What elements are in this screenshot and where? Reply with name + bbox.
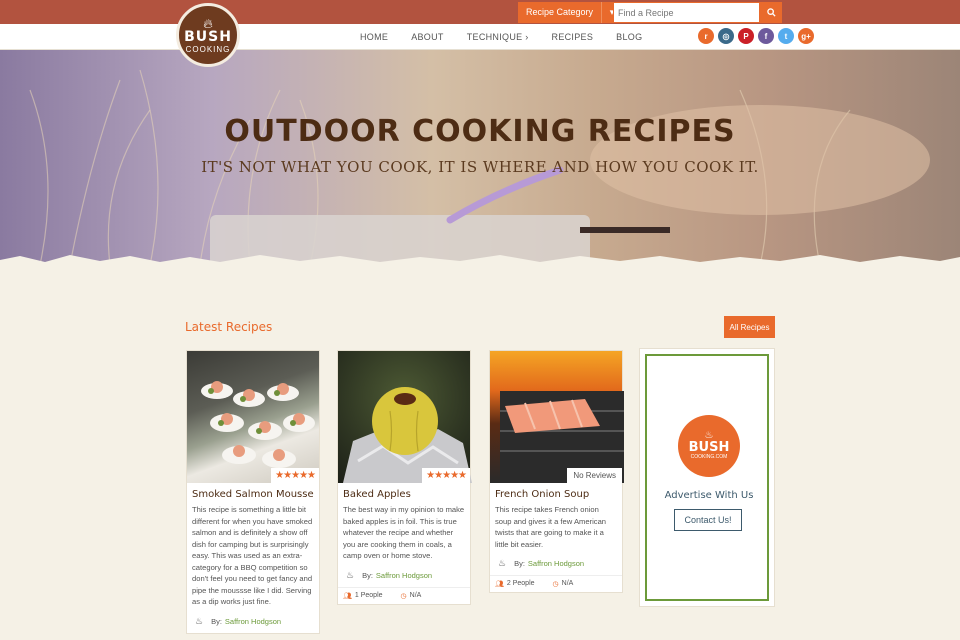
facebook-icon[interactable]: f [758,28,774,44]
recipe-card[interactable]: ★★★★★ Baked Apples The best way in my op… [337,350,472,605]
clock-icon: ◷ [552,581,559,588]
rating-stars: ★★★★★ [422,468,470,483]
author-link[interactable]: Saffron Hodgson [528,559,584,568]
hero-banner: OUTDOOR COOKING RECIPES IT'S NOT WHAT YO… [0,50,960,265]
advertise-panel: ♨ BUSH COOKING.COM Advertise With Us Con… [639,348,775,607]
instagram-icon[interactable]: ◎ [718,28,734,44]
flame-icon: ♨ [346,569,355,580]
servings: 1 People [354,591,383,599]
recipe-author: ♨ By: Saffron Hodgson [187,608,319,633]
author-link[interactable]: Saffron Hodgson [225,617,281,626]
top-bar [0,0,960,24]
recipe-image[interactable]: ★★★★★ [338,351,472,483]
cook-time: N/A [561,580,574,587]
recipe-card[interactable]: No Reviews French Onion Soup This recipe… [489,350,624,593]
nav-item-technique[interactable]: TECHNIQUE › [467,32,529,42]
nav-item-blog[interactable]: BLOG [616,32,642,42]
search-icon [766,8,776,17]
logo-subtext: COOKING [185,44,231,54]
hero-title: OUTDOOR COOKING RECIPES [224,114,736,149]
section-title: Latest Recipes [185,320,273,334]
cook-time: N/A [409,591,422,599]
author-link[interactable]: Saffron Hodgson [376,571,432,580]
salmon-grill-art [500,391,624,483]
recipe-title[interactable]: French Onion Soup [490,483,622,504]
by-label: By: [514,559,525,568]
people-icon: 👥︎ [495,581,504,588]
rss-icon[interactable]: r [698,28,714,44]
servings: 2 People [506,580,535,587]
recipe-title[interactable]: Baked Apples [338,483,470,504]
hero-subtitle: IT'S NOT WHAT YOU COOK, IT IS WHERE AND … [201,158,759,176]
recipe-description: The best way in my opinion to make baked… [343,505,465,560]
flame-icon: 🔥︎ [203,15,213,31]
social-links: r ◎ Pf t g+ [698,28,818,44]
recipe-description: This recipe is something a little bit di… [192,505,313,606]
baked-apple-art [343,387,472,483]
nav-item-about[interactable]: ABOUT [411,32,444,42]
recipe-category-label: Recipe Category [518,2,603,23]
salmon-mousse-art [201,381,315,468]
flame-icon: ♨ [498,558,507,568]
recipe-card[interactable]: ★★★★★ Smoked Salmon Mousse This recipe i… [186,350,320,634]
advertise-logo-subtext: COOKING.COM [690,454,728,460]
pinterest-icon[interactable]: P [738,28,754,44]
contact-us-button[interactable]: Contact Us! [674,509,742,531]
flame-icon: ♨ [195,615,204,626]
search-button[interactable] [760,2,782,23]
site-logo[interactable]: 🔥︎ BUSH COOKING [176,3,240,67]
recipe-author: ♨ By: Saffron Hodgson [338,562,470,581]
recipe-description: This recipe takes French onion soup and … [495,505,607,549]
nav-item-home[interactable]: HOME [360,32,388,42]
advertise-logo-text: BUSH [688,440,730,455]
recipe-title[interactable]: Smoked Salmon Mousse [187,483,319,504]
by-label: By: [211,616,222,626]
clock-icon: ◷ [400,592,407,600]
advertise-logo: ♨ BUSH COOKING.COM [678,415,740,477]
recipe-image[interactable]: ★★★★★ [187,351,319,483]
googleplus-icon[interactable]: g+ [798,28,814,44]
search-input[interactable] [613,2,760,23]
advertise-title: Advertise With Us [664,490,754,501]
nav-menu: HOME ABOUT TECHNIQUE › RECIPES BLOG [360,24,665,50]
nav-item-recipes[interactable]: RECIPES [552,32,594,42]
people-icon: 👥︎ [343,592,352,600]
twitter-icon[interactable]: t [778,28,794,44]
no-reviews-label: No Reviews [567,468,622,483]
recipe-category-dropdown[interactable]: Recipe Category ▾ [518,2,623,23]
all-recipes-button[interactable]: All Recipes [724,316,775,338]
advertise-frame: ♨ BUSH COOKING.COM Advertise With Us Con… [645,354,769,601]
rating-stars: ★★★★★ [271,468,319,483]
recipe-author: ♨ By: Saffron Hodgson [490,550,622,569]
recipe-image[interactable]: No Reviews [490,351,624,483]
by-label: By: [362,570,373,580]
recipe-meta: 👥︎ 2 People ◷ N/A [490,575,622,592]
main-nav: HOME ABOUT TECHNIQUE › RECIPES BLOG r ◎ Pf… [0,24,960,50]
recipe-meta: 👥︎ 1 People ◷ N/A [338,586,470,604]
logo-text: BUSH [184,28,232,45]
